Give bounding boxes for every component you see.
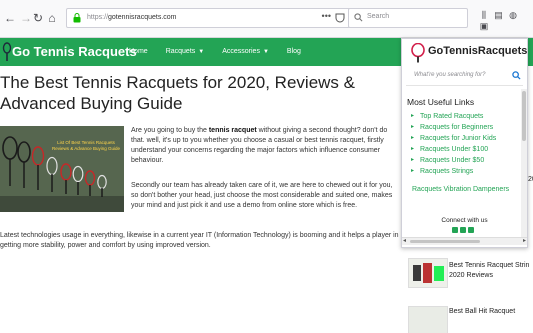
search-icon[interactable] [512,71,521,80]
back-arrow-icon[interactable]: ← [2,10,18,26]
link-racquets-vibration-dampeners[interactable]: Racquets Vibration Dampeners [412,184,512,195]
links-heading: Most Useful Links [407,97,475,107]
sidebar-icon[interactable]: ▤ [493,10,505,21]
scroll-left-icon[interactable]: ◂ [403,237,406,244]
nav-racquets[interactable]: Racquets ▼ [157,38,214,66]
browser-search-box[interactable]: Search [348,8,468,28]
nav-blog[interactable]: Blog [278,38,310,66]
sidebar-post-title[interactable]: Best Ball Hit Racquet [449,307,515,317]
twitter-icon[interactable] [460,227,466,233]
link-racquets-for-beginners[interactable]: Racquets for Beginners [411,122,496,133]
social-links [452,227,474,233]
strings-thumbnail-image [409,259,447,287]
address-bar[interactable]: https://gotennisracquets.com ••• ☆ [66,8,366,28]
profile-icon[interactable]: ▣ [478,21,490,32]
lock-icon [73,13,81,23]
useful-links-list: Top Rated Racquets Racquets for Beginner… [411,111,496,177]
search-icon [354,13,363,22]
instagram-icon[interactable] [468,227,474,233]
url-text: https://gotennisracquets.com [87,14,177,21]
page-actions-icon[interactable]: ••• [322,11,331,21]
popup-brand-name[interactable]: GoTennisRacquets [428,45,527,57]
racquet-logo-icon [411,43,425,63]
scroll-thumb[interactable] [410,240,480,243]
nav-accessories[interactable]: Accessories ▼ [213,38,278,66]
scroll-right-icon[interactable]: ▸ [523,237,526,244]
popup-horizontal-scrollbar[interactable]: ◂ ▸ [402,237,527,245]
pocket-icon[interactable] [335,12,345,24]
popup-vertical-scrollbar[interactable] [521,89,527,237]
post-thumbnail[interactable] [408,306,448,333]
main-nav: Home Racquets ▼ Accessories ▼ Blog [120,38,310,66]
page-title: The Best Tennis Racquets for 2020, Revie… [0,73,355,113]
tennis-racquet-link[interactable]: tennis racquet [209,127,257,134]
hero-caption: List Of Best Tennis Racquets Reviews & A… [51,140,121,151]
home-icon[interactable]: ⌂ [44,10,60,26]
post-thumbnail[interactable] [408,258,448,288]
extension-icon[interactable]: ◍ [507,10,519,21]
second-paragraph: Secondly our team has already taken care… [131,182,393,209]
link-top-rated-racquets[interactable]: Top Rated Racquets [411,111,496,122]
toolbar-icons: ⫼ ▤ ◍ ▣ [478,10,533,32]
sidebar-post-title[interactable]: Best Tennis Racquet Strin 2020 Reviews [449,261,529,281]
racquet-logo-icon [2,42,12,61]
intro-paragraph: Are you going to buy the tennis racquet … [131,127,388,164]
sidebar-year-fragment: 20 [528,176,533,183]
third-paragraph: Latest technologies usage in everything,… [0,232,399,249]
search-placeholder: Search [367,13,390,20]
hero-image: List Of Best Tennis Racquets Reviews & A… [0,126,124,212]
scroll-thumb[interactable] [522,91,526,141]
chevron-down-icon: ▼ [198,49,205,55]
link-racquets-under-50[interactable]: Racquets Under $50 [411,155,496,166]
site-title[interactable]: Go Tennis Racquets [12,44,137,59]
racquets-illustration [0,126,124,212]
browser-toolbar: ← → ↻ ⌂ https://gotennisracquets.com •••… [0,0,533,38]
popup-search-input[interactable]: What're you searching for? [406,68,523,86]
nav-home[interactable]: Home [120,38,157,66]
chevron-down-icon: ▼ [262,49,269,55]
link-racquets-strings[interactable]: Racquets Strings [411,166,496,177]
connect-heading: Connect with us [441,217,488,224]
link-racquets-under-100[interactable]: Racquets Under $100 [411,144,496,155]
popup-search-placeholder: What're you searching for? [414,72,486,78]
library-icon[interactable]: ⫼ [478,10,490,21]
site-popup-panel: GoTennisRacquets What're you searching f… [401,38,528,248]
link-racquets-for-junior-kids[interactable]: Racquets for Junior Kids [411,133,496,144]
facebook-icon[interactable] [452,227,458,233]
